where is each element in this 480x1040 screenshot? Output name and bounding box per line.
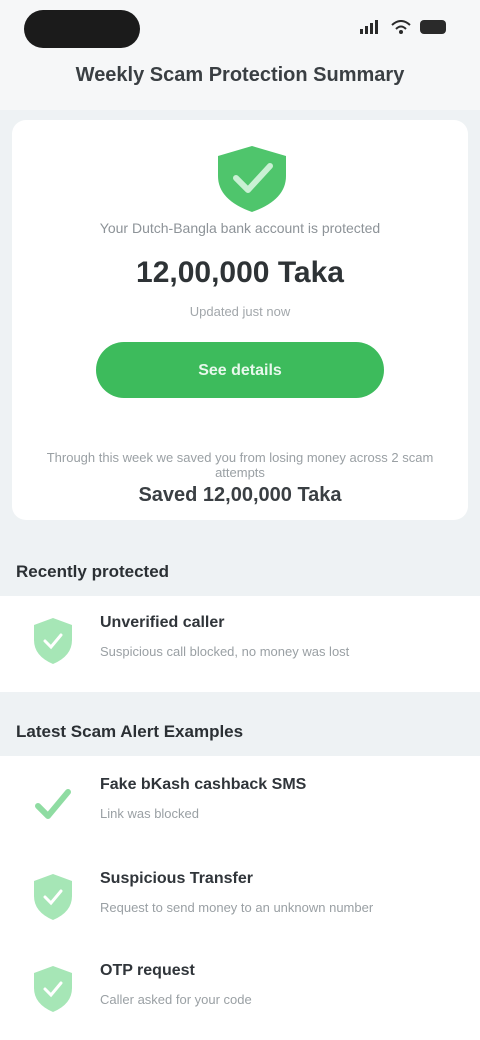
item-title: Fake bKash cashback SMS	[100, 776, 307, 793]
alerts-list: Fake bKash cashback SMS Link was blocked…	[0, 756, 480, 1040]
wifi-icon	[391, 20, 411, 34]
shield-icon	[34, 618, 72, 664]
check-icon	[35, 789, 71, 819]
item-subtitle: Request to send money to an unknown numb…	[100, 900, 374, 915]
signal-icon	[360, 20, 378, 34]
summary-note: Through this week we saved you from losi…	[46, 450, 434, 480]
item-title: Suspicious Transfer	[100, 870, 253, 887]
recent-list: Unverified caller Suspicious call blocke…	[0, 596, 480, 692]
list-item[interactable]: OTP request Caller asked for your code	[0, 946, 480, 1036]
item-title: OTP request	[100, 962, 195, 979]
battery-icon	[420, 20, 446, 34]
section-header-recent: Recently protected	[0, 552, 480, 592]
time-pill	[24, 10, 140, 48]
item-title: Unverified caller	[100, 614, 225, 631]
shield-icon	[34, 874, 72, 920]
item-subtitle: Caller asked for your code	[100, 992, 252, 1007]
list-item[interactable]: Fake bKash cashback SMS Link was blocked	[0, 760, 480, 850]
protection-summary-card: Your Dutch-Bangla bank account is protec…	[12, 120, 468, 520]
summary-subcaption: Updated just now	[189, 304, 291, 319]
saved-total: Saved 12,00,000 Taka	[138, 484, 342, 506]
shield-check-icon	[218, 146, 286, 212]
status-bar	[0, 0, 480, 60]
see-details-button[interactable]: See details	[96, 342, 384, 398]
list-item[interactable]: Unverified caller Suspicious call blocke…	[0, 598, 480, 688]
status-icons	[360, 20, 446, 34]
page-title: Weekly Scam Protection Summary	[0, 60, 480, 110]
shield-icon	[34, 966, 72, 1012]
section-header-alerts: Latest Scam Alert Examples	[0, 712, 480, 752]
protected-amount: 12,00,000 Taka	[136, 256, 344, 289]
summary-caption: Your Dutch-Bangla bank account is protec…	[99, 220, 381, 236]
list-item[interactable]: Suspicious Transfer Request to send mone…	[0, 854, 480, 944]
item-subtitle: Link was blocked	[100, 806, 199, 821]
item-subtitle: Suspicious call blocked, no money was lo…	[100, 644, 350, 659]
